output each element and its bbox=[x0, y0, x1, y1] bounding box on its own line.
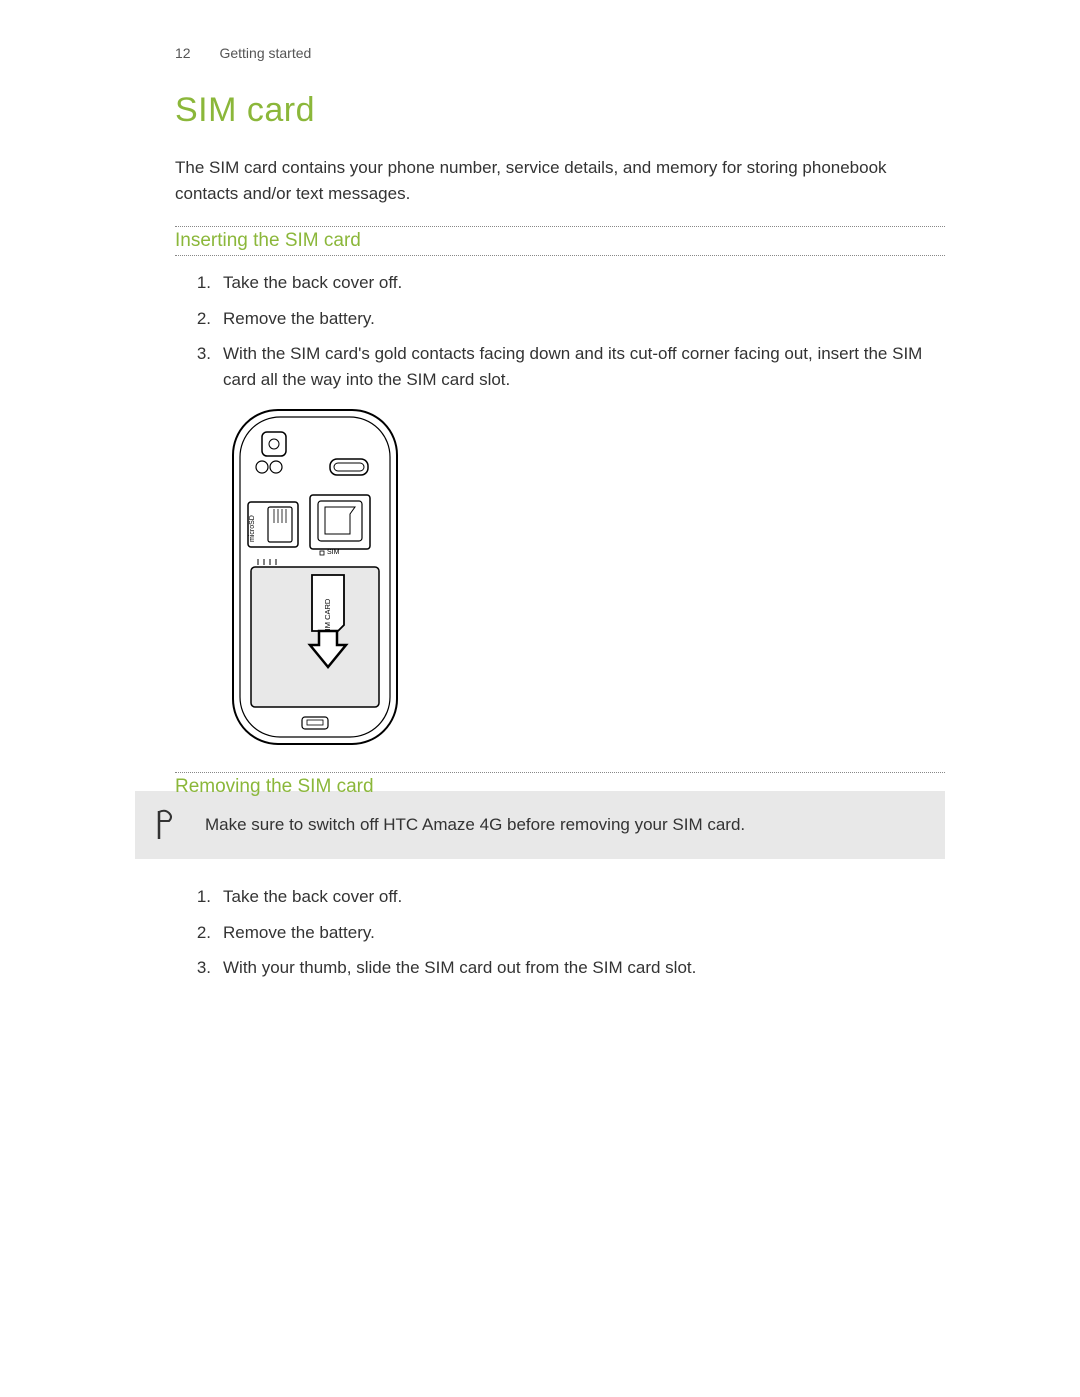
step-text: With the SIM card's gold contacts facing… bbox=[223, 341, 945, 392]
step-number: 2. bbox=[195, 920, 211, 946]
inserting-section: Inserting the SIM card 1. Take the back c… bbox=[175, 226, 945, 752]
intro-paragraph: The SIM card contains your phone number,… bbox=[175, 155, 945, 206]
step-number: 1. bbox=[195, 270, 211, 296]
divider bbox=[175, 255, 945, 256]
sim-slot-label: SIM bbox=[327, 549, 340, 556]
page-number: 12 bbox=[175, 45, 191, 61]
step-text: With your thumb, slide the SIM card out … bbox=[223, 955, 696, 981]
step-text: Take the back cover off. bbox=[223, 270, 402, 296]
microsd-label: microSD bbox=[249, 515, 256, 542]
list-item: 1. Take the back cover off. bbox=[195, 270, 945, 296]
list-item: 3. With your thumb, slide the SIM card ou… bbox=[195, 955, 945, 981]
step-number: 2. bbox=[195, 306, 211, 332]
removing-section: Removing the SIM card Make sure to switc… bbox=[175, 772, 945, 981]
step-text: Remove the battery. bbox=[223, 920, 375, 946]
step-number: 3. bbox=[195, 955, 211, 981]
sim-card-label: SIM CARD bbox=[323, 598, 332, 635]
list-item: 3.With the SIM card's gold contacts faci… bbox=[195, 341, 945, 392]
phone-diagram: microSD SIM SIM CARD bbox=[230, 407, 945, 752]
section-name: Getting started bbox=[219, 45, 311, 61]
note-box: Make sure to switch off HTC Amaze 4G bef… bbox=[135, 791, 945, 859]
list-item: 2. Remove the battery. bbox=[195, 920, 945, 946]
step-number: 3. bbox=[195, 341, 211, 392]
step-number: 1. bbox=[195, 884, 211, 910]
inserting-steps: 1. Take the back cover off. 2. Remove the … bbox=[175, 270, 945, 392]
list-item: 1. Take the back cover off. bbox=[195, 884, 945, 910]
removing-steps: 1. Take the back cover off. 2. Remove the … bbox=[175, 884, 945, 981]
note-text: Make sure to switch off HTC Amaze 4G bef… bbox=[205, 815, 745, 835]
page-title: SIM card bbox=[175, 91, 945, 130]
list-item: 2. Remove the battery. bbox=[195, 306, 945, 332]
inserting-heading: Inserting the SIM card bbox=[175, 227, 945, 255]
page-header: 12 Getting started bbox=[175, 45, 945, 61]
step-text: Take the back cover off. bbox=[223, 884, 402, 910]
step-text: Remove the battery. bbox=[223, 306, 375, 332]
flag-icon bbox=[155, 809, 177, 841]
